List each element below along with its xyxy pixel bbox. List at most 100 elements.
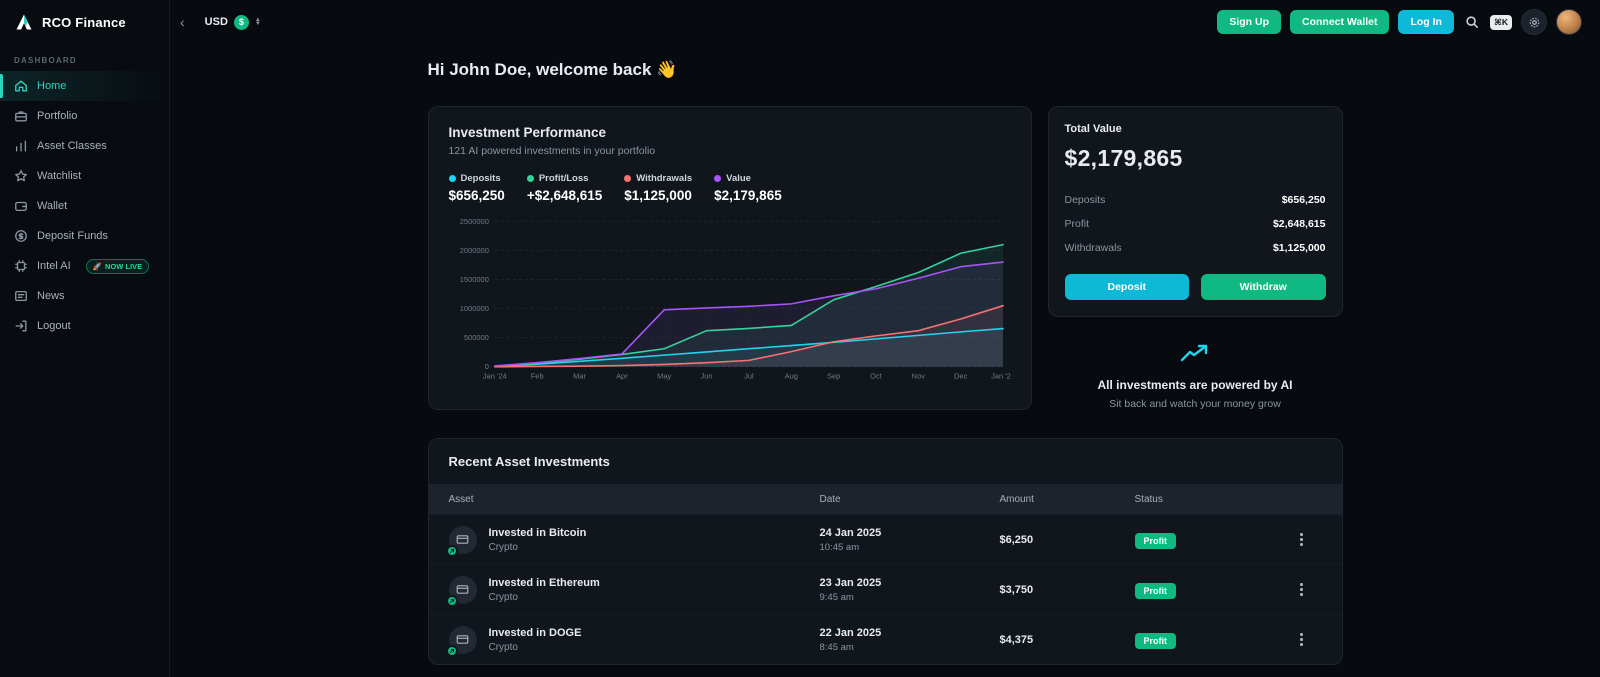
asset-card-icon (449, 526, 477, 554)
dollar-badge-icon: $ (234, 15, 249, 30)
withdrawals-dot-icon (624, 175, 631, 182)
sidebar-item-label: Deposit Funds (37, 230, 108, 242)
connect-wallet-button[interactable]: Connect Wallet (1290, 10, 1389, 34)
main-area: ‹ USD $ ▲▼ Sign Up Connect Wallet Log In… (170, 0, 1600, 677)
svg-text:Jan '25: Jan '25 (991, 372, 1011, 381)
sign-up-button[interactable]: Sign Up (1217, 10, 1281, 34)
currency-code: USD (205, 16, 228, 28)
row-menu-button[interactable] (1292, 577, 1312, 603)
sidebar-item-deposit-funds[interactable]: Deposit Funds (0, 221, 169, 251)
table-row[interactable]: Invested in DOGE Crypto 22 Jan 2025 8:45… (429, 614, 1342, 664)
sidebar-collapse-button[interactable]: ‹ (174, 12, 191, 32)
row-menu-button[interactable] (1292, 627, 1312, 653)
deposit-button[interactable]: Deposit (1065, 274, 1190, 300)
svg-text:Feb: Feb (530, 372, 543, 381)
gear-icon (1528, 16, 1541, 29)
sidebar-item-label: Wallet (37, 200, 67, 212)
status-badge: Profit (1135, 583, 1177, 599)
ai-chip-icon (14, 259, 28, 273)
table-header: Asset Date Amount Status (429, 484, 1342, 514)
search-icon (1465, 15, 1479, 29)
ai-note-subtitle: Sit back and watch your money grow (1048, 398, 1343, 410)
ai-note-title: All investments are powered by AI (1048, 378, 1343, 392)
total-value-amount: $2,179,865 (1065, 145, 1326, 172)
performance-area-chart: 05000001000000150000020000002500000Jan '… (449, 213, 1011, 389)
now-live-badge: 🚀NOW LIVE (86, 259, 149, 274)
total-value-card: Total Value $2,179,865 Deposits$656,250 … (1048, 106, 1343, 317)
logout-icon (14, 319, 28, 333)
search-button[interactable] (1463, 13, 1481, 31)
withdraw-button[interactable]: Withdraw (1201, 274, 1326, 300)
rocket-icon: 🚀 (93, 262, 102, 271)
legend-item-deposits: Deposits $656,250 (449, 173, 505, 203)
profit-arrow-icon (446, 645, 458, 657)
svg-text:1500000: 1500000 (459, 275, 488, 284)
star-icon (14, 169, 28, 183)
sidebar-item-asset-classes[interactable]: Asset Classes (0, 131, 169, 161)
trending-up-icon (1180, 343, 1210, 363)
row-menu-button[interactable] (1292, 527, 1312, 553)
settings-button[interactable] (1521, 9, 1547, 35)
topbar: ‹ USD $ ▲▼ Sign Up Connect Wallet Log In… (170, 0, 1600, 44)
svg-text:Nov: Nov (911, 372, 925, 381)
right-column: Total Value $2,179,865 Deposits$656,250 … (1048, 106, 1343, 410)
asset-card-icon (449, 576, 477, 604)
sidebar-item-label: Asset Classes (37, 140, 107, 152)
sidebar-item-wallet[interactable]: Wallet (0, 191, 169, 221)
sidebar-item-label: News (37, 290, 65, 302)
status-badge: Profit (1135, 633, 1177, 649)
currency-selector[interactable]: USD $ ▲▼ (205, 15, 261, 30)
home-icon (14, 79, 28, 93)
sidebar-item-logout[interactable]: Logout (0, 311, 169, 341)
svg-text:Jan '24: Jan '24 (482, 372, 506, 381)
sidebar-item-intel-ai[interactable]: Intel AI 🚀NOW LIVE (0, 251, 169, 281)
profit-arrow-icon (446, 545, 458, 557)
bar-chart-icon (14, 139, 28, 153)
sidebar-item-label: Watchlist (37, 170, 81, 182)
recent-investments-card: Recent Asset Investments Asset Date Amou… (428, 438, 1343, 665)
brand-logo-icon (14, 12, 34, 32)
sidebar-section-label: DASHBOARD (0, 44, 169, 71)
sidebar-item-news[interactable]: News (0, 281, 169, 311)
table-row[interactable]: Invested in Ethereum Crypto 23 Jan 2025 … (429, 564, 1342, 614)
wallet-icon (14, 199, 28, 213)
sidebar-item-label: Intel AI (37, 260, 71, 272)
user-avatar[interactable] (1556, 9, 1582, 35)
app-root: RCO Finance DASHBOARD Home Portfolio Ass… (0, 0, 1600, 677)
ai-note: All investments are powered by AI Sit ba… (1048, 343, 1343, 410)
chevron-updown-icon: ▲▼ (255, 18, 261, 26)
profit-arrow-icon (446, 595, 458, 607)
log-in-button[interactable]: Log In (1398, 10, 1454, 34)
svg-text:Oct: Oct (870, 372, 883, 381)
legend-item-profit-loss: Profit/Loss +$2,648,615 (527, 173, 602, 203)
svg-text:2500000: 2500000 (459, 217, 488, 226)
brand-name: RCO Finance (42, 15, 126, 30)
table-row[interactable]: Invested in Bitcoin Crypto 24 Jan 2025 1… (429, 514, 1342, 564)
sidebar-item-watchlist[interactable]: Watchlist (0, 161, 169, 191)
sidebar-item-portfolio[interactable]: Portfolio (0, 101, 169, 131)
brand: RCO Finance (0, 0, 169, 44)
legend-item-value: Value $2,179,865 (714, 173, 782, 203)
investment-performance-card: Investment Performance 121 AI powered in… (428, 106, 1032, 410)
profit-loss-dot-icon (527, 175, 534, 182)
sidebar-item-home[interactable]: Home (0, 71, 169, 101)
asset-card-icon (449, 626, 477, 654)
svg-text:1000000: 1000000 (459, 304, 488, 313)
svg-text:Jul: Jul (744, 372, 754, 381)
svg-text:Mar: Mar (573, 372, 586, 381)
deposits-dot-icon (449, 175, 456, 182)
svg-text:Dec: Dec (954, 372, 968, 381)
content: Hi John Doe, welcome back 👋 Investment P… (170, 44, 1600, 677)
svg-text:Jun: Jun (700, 372, 712, 381)
keyboard-shortcut-badge: ⌘K (1490, 15, 1512, 30)
sidebar-item-label: Logout (37, 320, 71, 332)
svg-text:500000: 500000 (463, 333, 488, 342)
total-row-profit: Profit$2,648,615 (1065, 212, 1326, 236)
sidebar-item-label: Portfolio (37, 110, 77, 122)
page-greeting: Hi John Doe, welcome back 👋 (428, 60, 1343, 80)
card-subtitle: 121 AI powered investments in your portf… (449, 145, 1011, 157)
svg-text:0: 0 (484, 362, 488, 371)
sidebar-item-label: Home (37, 80, 66, 92)
sidebar-nav: Home Portfolio Asset Classes Watchlist W… (0, 71, 169, 341)
total-value-title: Total Value (1065, 123, 1326, 135)
